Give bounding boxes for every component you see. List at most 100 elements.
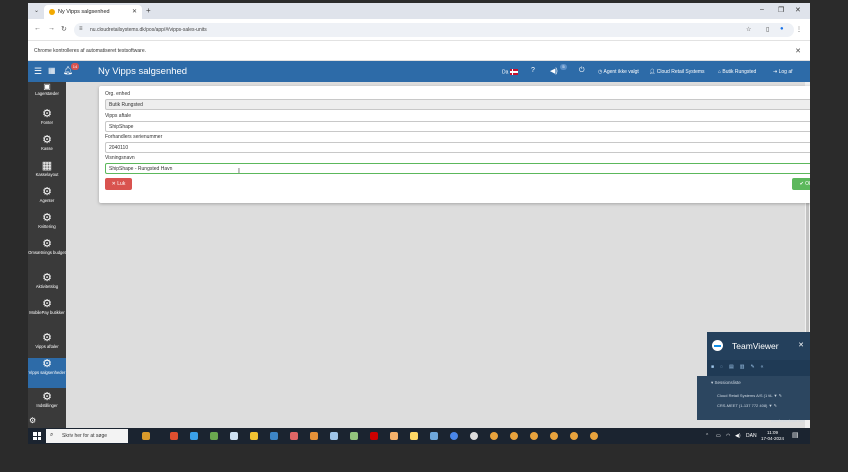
session-row[interactable]: Cloud Retail Systems A/S (1 tiL ▼ ✎ — [717, 393, 782, 398]
speaker-icon[interactable]: ◀) — [550, 67, 558, 75]
new-tab-plus-icon[interactable]: + — [146, 6, 151, 15]
address-bar-row: ← → ↻ ≡ nu.cloudretailsystems.dk/pos/app… — [28, 19, 810, 41]
search-placeholder: Skriv her for at søge — [62, 433, 108, 439]
merchant-serial-value: 2040110 — [109, 145, 129, 151]
bookmark-star-icon[interactable]: ☆ — [746, 26, 751, 33]
agent-selector[interactable]: ◷ Agent ikke valgt — [598, 69, 639, 75]
tab-search-chevron-icon[interactable]: ⌄ — [32, 7, 41, 15]
browser-menu-icon[interactable]: ⋮ — [796, 26, 802, 33]
teamviewer-toolbar-icons[interactable]: ■◌▤▥✎« — [711, 364, 769, 370]
taskbar-app-icon[interactable] — [250, 432, 258, 440]
profile-icon[interactable]: ● — [780, 26, 784, 32]
tray-chevron-icon[interactable]: ⌃ — [705, 433, 709, 439]
gear-icon: ⚙ — [42, 391, 52, 403]
notification-center-icon[interactable]: ▤ — [792, 431, 799, 439]
teamviewer-footer[interactable]: www.teamviewer.com — [771, 419, 805, 423]
chrome-icon[interactable] — [550, 432, 558, 440]
chrome-icon[interactable] — [510, 432, 518, 440]
tab-close-icon[interactable]: ✕ — [132, 8, 137, 15]
omnibox[interactable]: ≡ nu.cloudretailsystems.dk/pos/app/#/vip… — [74, 23, 794, 37]
taskbar-app-icon[interactable] — [290, 432, 298, 440]
browser-tab-bar: ⌄ Ny Vipps salgsenhed ✕ + – ❐ ✕ — [28, 3, 810, 19]
sidebar-item-indstillinger[interactable]: ⚙ Indstillinger — [28, 391, 66, 417]
chrome-icon[interactable] — [490, 432, 498, 440]
store-link[interactable]: ⌂ Butik Rungsted — [718, 69, 756, 75]
teamviewer-title: TeamViewer — [732, 341, 779, 351]
taskbar-app-icon[interactable] — [390, 432, 398, 440]
sidebar-item-fonter[interactable]: ⚙ Fonter — [28, 108, 66, 134]
close-button[interactable]: ✕ Luk — [105, 178, 132, 190]
taskbar-app-icon[interactable] — [350, 432, 358, 440]
sidebar-item-vipps-aftaler[interactable]: ⚙ Vipps aftaler — [28, 332, 66, 358]
page-title: Ny Vipps salgsenhed — [98, 66, 188, 77]
taskbar-app-icon[interactable] — [330, 432, 338, 440]
back-arrow-icon[interactable]: ← — [34, 25, 41, 32]
ok-button[interactable]: ✔ OK — [792, 178, 810, 190]
taskbar-search-box[interactable]: ⌕ Skriv her for at søge — [46, 429, 128, 443]
taskbar-app-icon[interactable] — [450, 432, 458, 440]
restore-icon[interactable]: ❐ — [778, 6, 784, 14]
power-icon[interactable]: ⏻ — [579, 67, 585, 75]
taskbar-app-icon[interactable] — [430, 432, 438, 440]
close-x-icon: ✕ — [111, 181, 116, 187]
network-icon[interactable]: ▭ — [716, 433, 721, 439]
taskbar-app-icon[interactable] — [230, 432, 238, 440]
side-panel-icon[interactable]: ▯ — [766, 26, 769, 33]
gear-icon: ⚙ — [42, 358, 52, 370]
taskbar-app-icon[interactable] — [470, 432, 478, 440]
chrome-icon[interactable] — [530, 432, 538, 440]
sidebar-item-agenter[interactable]: ⚙ Agenter — [28, 186, 66, 212]
automation-infobar: Chrome kontrolleres af automatiseret tes… — [28, 42, 810, 61]
grid-icon: ▦ — [41, 160, 53, 172]
sidebar-item-vipps-salgsenheder[interactable]: ⚙ Vipps salgsenheder — [28, 358, 66, 388]
minimize-icon[interactable]: – — [760, 6, 764, 13]
calculator-icon[interactable]: ▦ — [48, 66, 56, 75]
help-icon[interactable]: ? — [531, 67, 535, 74]
language-indicator[interactable]: DAN — [746, 433, 757, 439]
sidebar-item-kasse[interactable]: ⚙ Kasse — [28, 134, 66, 160]
infobar-text: Chrome kontrolleres af automatiseret tes… — [34, 48, 146, 54]
chrome-icon[interactable] — [570, 432, 578, 440]
infobar-close-icon[interactable]: ✕ — [795, 47, 801, 55]
agreement-select[interactable]: ShipShape ▾ — [105, 121, 810, 132]
org-unit-value: Butik Rungsted — [109, 102, 143, 108]
gear-icon: ⚙ — [42, 134, 52, 146]
browser-tab[interactable]: Ny Vipps salgsenhed ✕ — [44, 5, 142, 19]
sidebar-item-kvittering[interactable]: ⚙ Kvittering — [28, 212, 66, 238]
language-selector[interactable]: Da — [502, 69, 518, 75]
text-cursor-icon: I — [238, 168, 240, 175]
site-info-icon[interactable]: ≡ — [79, 26, 83, 32]
taskbar-app-icon[interactable] — [270, 432, 278, 440]
logout-link[interactable]: ⇥ Log af — [773, 69, 793, 75]
merchant-serial-input[interactable]: 2040110 — [105, 142, 810, 153]
sidebar-item-aktivitetslog[interactable]: ⚙ Aktivitetslog — [28, 272, 66, 298]
company-link[interactable]: 👤︎ Cloud Retail Systems — [649, 69, 705, 75]
agreement-label: Vipps aftale — [105, 113, 132, 119]
menu-hamburger-icon[interactable]: ☰ — [34, 66, 42, 77]
sidebar-item-omsaetningsbudget[interactable]: ⚙ Omsætnings budget — [28, 238, 66, 268]
taskbar-app-icon[interactable] — [190, 432, 198, 440]
teamviewer-close-icon[interactable]: ✕ — [798, 341, 804, 349]
sidebar-item-lagersteder[interactable]: ▣ Lagerstæder — [28, 82, 66, 99]
taskbar-app-icon[interactable] — [370, 432, 378, 440]
clock[interactable]: 11:09 17-04-2024 — [761, 430, 784, 442]
display-name-input[interactable]: ShipShape - Rungsted Havn — [105, 163, 810, 174]
url-text[interactable]: nu.cloudretailsystems.dk/pos/app/#/vipps… — [90, 27, 207, 33]
teamviewer-logo-icon — [712, 340, 723, 351]
reload-icon[interactable]: ↻ — [61, 25, 67, 33]
wifi-icon[interactable]: ◠ — [726, 433, 730, 439]
taskbar-app-icon[interactable] — [410, 432, 418, 440]
session-row[interactable]: CRS-MEET (1-137 772 408) ▼ ✎ — [717, 403, 777, 408]
taskbar-app-icon[interactable] — [170, 432, 178, 440]
windows-start-icon[interactable] — [33, 432, 41, 440]
taskbar-app-icon[interactable] — [142, 432, 150, 440]
taskbar-app-icon[interactable] — [210, 432, 218, 440]
taskbar-app-icon[interactable] — [310, 432, 318, 440]
sidebar-settings-small[interactable]: ⚙ — [28, 416, 66, 428]
sidebar-item-mobilepay[interactable]: ⚙ MobilePay butikker — [28, 298, 66, 328]
window-close-icon[interactable]: ✕ — [795, 6, 801, 14]
forward-arrow-icon[interactable]: → — [48, 25, 55, 32]
sidebar-item-kasselayout[interactable]: ▦ Kasselayout — [28, 160, 66, 186]
chrome-icon[interactable] — [590, 432, 598, 440]
volume-icon[interactable]: ◀) — [735, 433, 741, 439]
